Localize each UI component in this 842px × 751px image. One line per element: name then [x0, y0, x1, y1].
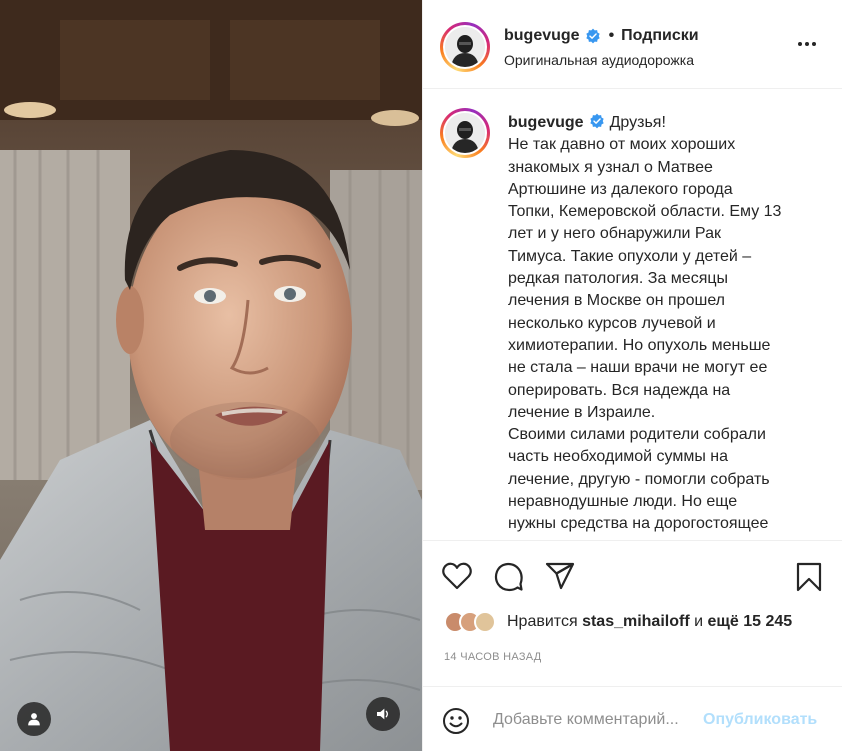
caption-line: нужны средства на дорогостоящее — [508, 515, 769, 533]
video-frame-image — [0, 0, 422, 751]
author-line: bugevuge • Подписки — [504, 27, 699, 45]
liked-by-username[interactable]: stas_mihailoff — [582, 613, 690, 631]
caption-line: лечение, другую - помогли собрать — [508, 470, 770, 488]
post-video[interactable] — [0, 0, 422, 751]
smiley-icon[interactable] — [442, 707, 470, 735]
more-options-button[interactable] — [795, 36, 819, 52]
caption-line: не стала – наши врачи не могут ее — [508, 359, 768, 377]
comment-bubble-icon[interactable] — [494, 562, 524, 592]
caption-line: оперировать. Вся надежда на — [508, 381, 731, 399]
post-details-panel: bugevuge • Подписки Оригинальная аудиодо… — [422, 0, 842, 751]
caption-username[interactable]: bugevuge — [508, 114, 584, 131]
more-options-dot — [812, 42, 816, 46]
verified-badge-icon — [585, 28, 600, 44]
verified-badge-icon — [589, 113, 604, 129]
comment-input[interactable] — [493, 709, 699, 731]
separator-dot: • — [608, 27, 615, 44]
caption-line: Друзья! — [609, 114, 666, 131]
likes-count-link[interactable]: ещё 15 245 — [708, 613, 793, 631]
tagged-users-button[interactable] — [17, 702, 51, 736]
caption-line: несколько курсов лучевой и — [508, 314, 716, 332]
caption-line: редкая патология. За месяцы — [508, 270, 729, 288]
add-comment-bar: Опубликовать — [423, 686, 842, 751]
avatar-image — [445, 113, 485, 153]
following-button[interactable]: Подписки — [621, 27, 698, 45]
caption-line: химиотерапии. Но опухоль меньше — [508, 336, 771, 354]
caption-line: лет и у него обнаружили Рак — [508, 225, 721, 243]
caption-text: bugevuge Друзья! Не так давно от моих хор… — [508, 112, 813, 536]
caption-line: Своими силами родители собрали — [508, 426, 766, 444]
sound-toggle-button[interactable] — [366, 697, 400, 731]
liker-avatars[interactable] — [444, 611, 496, 633]
caption-first-line: bugevuge Друзья! — [508, 112, 813, 134]
speaker-icon — [377, 708, 388, 720]
publish-button[interactable]: Опубликовать — [703, 711, 817, 729]
post-actions: Нравится stas_mihailoff и ещё 15 245 14 … — [423, 540, 842, 685]
original-audio-link[interactable]: Оригинальная аудиодорожка — [504, 52, 694, 68]
author-avatar[interactable] — [440, 22, 490, 72]
post-timestamp[interactable]: 14 ЧАСОВ НАЗАД — [444, 651, 542, 663]
caption-line: лечения в Москве он прошел — [508, 292, 726, 310]
likes-summary: Нравится stas_mihailoff и ещё 15 245 — [444, 611, 792, 633]
likes-conjunction: и — [694, 613, 704, 630]
paper-plane-icon[interactable] — [545, 562, 575, 590]
caption-line: знакомых я узнал о Матвее — [508, 158, 713, 176]
user-tag-icon — [28, 713, 40, 726]
caption-line: Артюшине из далекого города — [508, 180, 733, 198]
avatar-image — [445, 27, 485, 67]
caption-line: Тимуса. Такие опухоли у детей – — [508, 247, 752, 265]
caption-line: часть необходимой суммы на — [508, 448, 729, 466]
more-options-icon — [798, 42, 802, 46]
post-header: bugevuge • Подписки Оригинальная аудиодо… — [423, 0, 842, 89]
caption-line: лечение в Израиле. — [508, 403, 656, 421]
liker-avatar — [474, 611, 496, 633]
heart-icon[interactable] — [442, 562, 472, 590]
bookmark-icon[interactable] — [796, 562, 822, 592]
caption-line: неравнодушные люди. Но еще — [508, 493, 738, 511]
author-username[interactable]: bugevuge — [504, 27, 580, 45]
caption-section: bugevuge Друзья! Не так давно от моих хор… — [423, 90, 842, 540]
caption-author-avatar[interactable] — [440, 108, 490, 158]
caption-line: Не так давно от моих хороших — [508, 136, 736, 154]
more-options-dot — [805, 42, 809, 46]
caption-line: Топки, Кемеровской области. Ему 13 — [508, 203, 782, 221]
likes-prefix: Нравится — [507, 613, 578, 630]
